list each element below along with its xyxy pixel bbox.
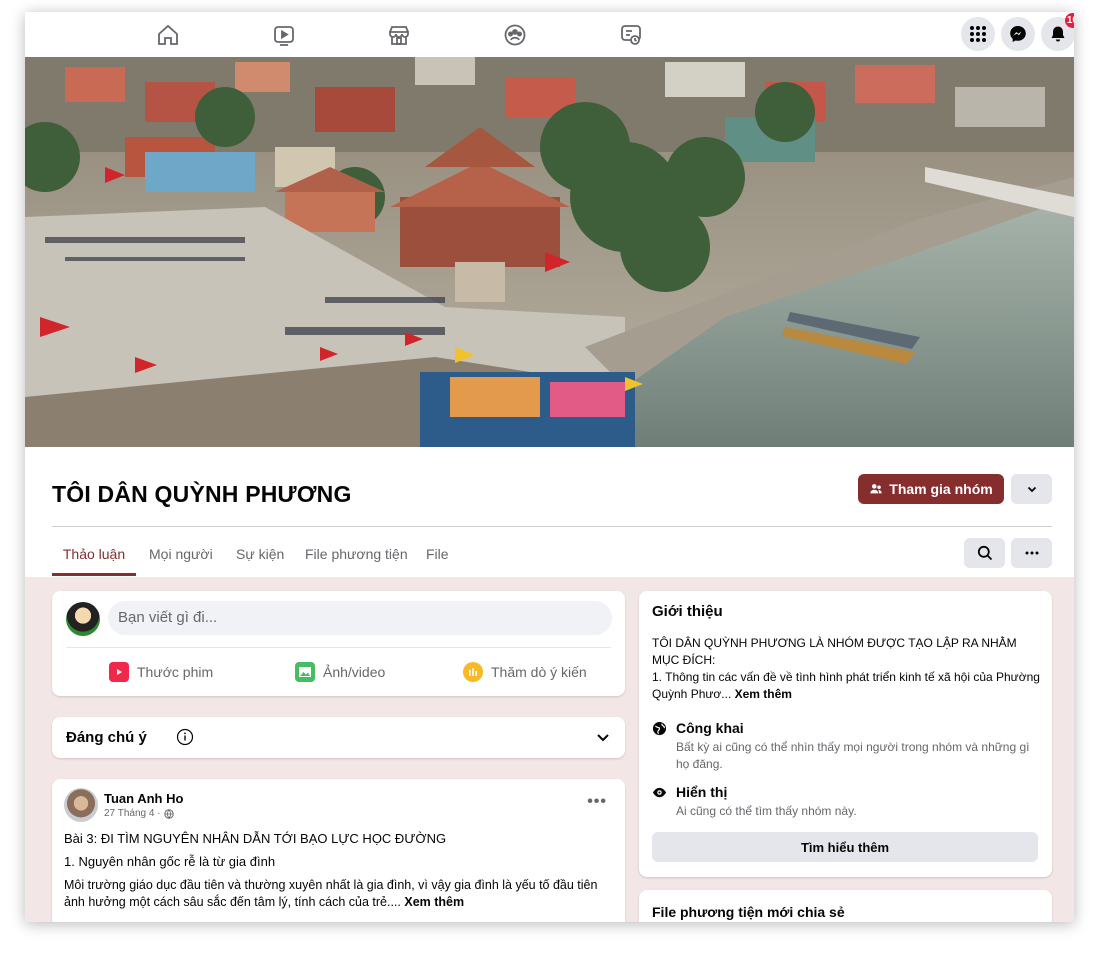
watch-icon[interactable]: [269, 20, 299, 50]
browser-frame: 10: [25, 12, 1074, 922]
tab-media[interactable]: File phương tiện: [305, 538, 408, 576]
groups-icon[interactable]: [500, 20, 530, 50]
learn-more-button[interactable]: Tìm hiểu thêm: [652, 832, 1038, 862]
post-options-icon[interactable]: •••: [587, 793, 607, 811]
photo-video-button[interactable]: Ảnh/video: [295, 661, 385, 683]
group-search-button[interactable]: [964, 538, 1005, 568]
avatar[interactable]: [66, 602, 100, 636]
about-description: TÔI DÂN QUỲNH PHƯƠNG LÀ NHÓM ĐƯỢC TẠO LẬ…: [652, 635, 1042, 703]
about-title: Giới thiệu: [652, 603, 723, 620]
tab-files[interactable]: File: [426, 538, 449, 576]
photo-video-label: Ảnh/video: [323, 664, 386, 680]
post-body-text: ảnh hưởng một cách sâu sắc đến tâm lý, t…: [64, 895, 401, 909]
photo-video-icon: [295, 662, 315, 682]
info-icon[interactable]: [176, 728, 194, 746]
search-icon: [977, 545, 992, 561]
join-group-label: Tham gia nhóm: [889, 481, 993, 497]
group-title: TÔI DÂN QUỲNH PHƯƠNG: [52, 481, 352, 507]
header-dropdown-button[interactable]: [1011, 474, 1052, 504]
poll-icon: [463, 662, 483, 682]
group-more-button[interactable]: [1011, 538, 1052, 568]
notifications-button[interactable]: 10: [1041, 13, 1074, 51]
bell-icon: [1051, 26, 1065, 42]
group-header: TÔI DÂN QUỲNH PHƯƠNG Tham gia nhóm Thảo …: [25, 447, 1074, 577]
marketplace-icon[interactable]: [384, 20, 414, 50]
reels-icon: [109, 662, 129, 682]
post-meta: 27 Tháng 4 ·: [104, 808, 174, 819]
feed-post: Tuan Anh Ho 27 Tháng 4 · ••• Bài 3: ĐI T…: [52, 779, 625, 922]
about-description-line: 1. Thông tin các vấn đề về tình hình phá…: [652, 669, 1042, 703]
post-date[interactable]: 27 Tháng 4 ·: [104, 808, 161, 819]
recent-media-title: File phương tiện mới chia sẻ: [652, 904, 845, 920]
see-more-link[interactable]: Xem thêm: [735, 687, 792, 701]
notification-badge: 10: [1064, 13, 1074, 28]
people-icon: [870, 484, 882, 494]
composer-divider: [66, 647, 611, 648]
see-more-link[interactable]: Xem thêm: [404, 895, 464, 909]
menu-button[interactable]: [961, 17, 995, 51]
reels-label: Thước phim: [137, 664, 214, 680]
gaming-icon[interactable]: [616, 20, 646, 50]
public-description: Bất kỳ ai cũng có thể nhìn thấy mọi ngườ…: [676, 740, 1030, 771]
eye-icon: [652, 787, 667, 798]
top-navigation-bar: 10: [25, 12, 1074, 57]
composer-input[interactable]: Bạn viết gì đi...: [108, 601, 612, 635]
chevron-down-icon: [1027, 486, 1036, 493]
post-body-continued: ảnh hưởng một cách sâu sắc đến tâm lý, t…: [64, 895, 464, 909]
poll-label: Thăm dò ý kiến: [491, 664, 587, 680]
chevron-down-icon[interactable]: [595, 729, 611, 745]
post-line: 1. Nguyên nhân gốc rễ là từ gia đình: [64, 854, 276, 869]
post-composer: Bạn viết gì đi... Thước phim Ảnh/video T…: [52, 591, 625, 696]
home-icon[interactable]: [153, 20, 183, 50]
globe-icon: [163, 808, 174, 819]
grid-menu-icon: [970, 26, 986, 42]
messenger-button[interactable]: [1001, 17, 1035, 51]
cover-photo: [25, 57, 1074, 447]
visible-title: Hiển thị: [676, 784, 728, 800]
recent-media-section: File phương tiện mới chia sẻ: [639, 890, 1052, 922]
tab-discussion[interactable]: Thảo luận: [52, 538, 136, 576]
reels-button[interactable]: Thước phim: [109, 661, 213, 683]
join-group-button[interactable]: Tham gia nhóm: [858, 474, 1004, 504]
tab-members[interactable]: Mọi người: [149, 538, 213, 576]
header-divider: [52, 526, 1052, 527]
notable-section[interactable]: Đáng chú ý: [52, 717, 625, 758]
notable-label: Đáng chú ý: [66, 729, 147, 746]
about-section: Giới thiệu TÔI DÂN QUỲNH PHƯƠNG LÀ NHÓM …: [639, 591, 1052, 877]
about-description-text: 1. Thông tin các vấn đề về tình hình phá…: [652, 670, 1040, 701]
about-description-line: TÔI DÂN QUỲNH PHƯƠNG LÀ NHÓM ĐƯỢC TẠO LẬ…: [652, 636, 1017, 667]
visible-description: Ai cũng có thể tìm thấy nhóm này.: [676, 804, 857, 818]
post-body: Môi trường giáo dục đầu tiên và thường x…: [64, 878, 598, 892]
tab-events[interactable]: Sự kiện: [236, 538, 284, 576]
poll-button[interactable]: Thăm dò ý kiến: [463, 661, 587, 683]
avatar[interactable]: [64, 788, 98, 822]
post-author[interactable]: Tuan Anh Ho: [104, 791, 183, 806]
messenger-icon: [1010, 26, 1026, 42]
post-title: Bài 3: ĐI TÌM NGUYÊN NHÂN DẪN TỚI BẠO LỰ…: [64, 831, 447, 846]
globe-icon: [652, 721, 667, 736]
public-title: Công khai: [676, 720, 744, 736]
more-dots-icon: [1025, 551, 1038, 555]
